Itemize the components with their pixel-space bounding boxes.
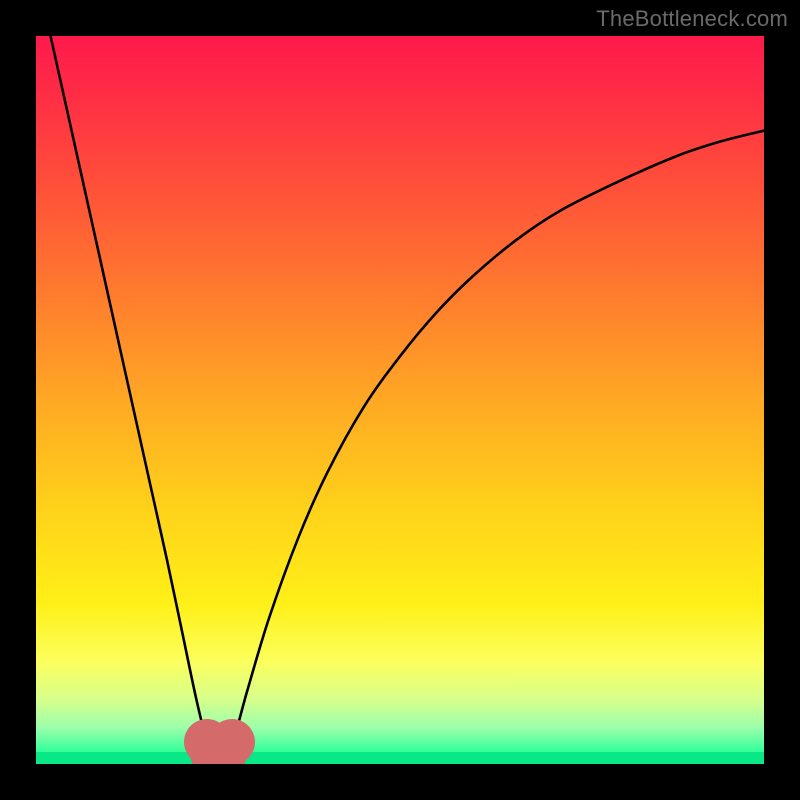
valley-highlight [36,36,764,764]
optimum-marker-3 [209,719,256,764]
chart-frame: TheBottleneck.com [0,0,800,800]
plot-area [36,36,764,764]
watermark-text: TheBottleneck.com [596,6,788,32]
